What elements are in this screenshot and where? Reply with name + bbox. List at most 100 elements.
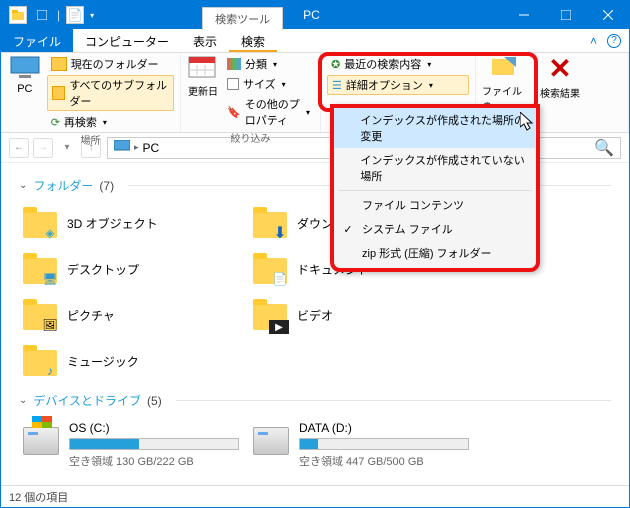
folder-desktop[interactable]: 🖥デスクトップ — [19, 246, 249, 292]
menu-non-indexed-locations[interactable]: インデックスが作成されていない場所 — [334, 148, 536, 188]
chevron-down-icon: ▾ — [427, 60, 431, 69]
window-title: PC — [303, 1, 320, 29]
this-pc-button[interactable]: PC — [7, 55, 43, 131]
download-arrow-icon: ⬇ — [271, 224, 289, 242]
chevron-down-icon: ▾ — [273, 60, 277, 69]
advanced-options-label: 詳細オプション — [346, 77, 423, 93]
folder-icon — [9, 6, 27, 24]
status-bar: 12 個の項目 — [1, 485, 629, 507]
drive-label: DATA (D:) — [299, 421, 475, 435]
menu-file-contents[interactable]: ファイル コンテンツ — [334, 193, 536, 217]
size-icon — [227, 78, 239, 90]
folder-pictures[interactable]: 🖼 ピクチャ — [19, 292, 249, 338]
folder-3d-objects[interactable]: ◈3D オブジェクト — [19, 200, 249, 246]
close-x-icon: ✕ — [548, 55, 571, 83]
menu-label: zip 形式 (圧縮) フォルダー — [362, 245, 492, 261]
ribbon-group-refine: 絞り込み — [187, 129, 314, 145]
drive-free-space: 空き領域 447 GB/500 GB — [299, 453, 475, 469]
chevron-down-icon: ▾ — [282, 80, 286, 89]
kind-icon — [227, 58, 241, 70]
group-count: (7) — [99, 179, 114, 193]
drive-icon — [23, 427, 59, 455]
picture-icon: 🖼 — [41, 316, 59, 334]
menu-zip-folders[interactable]: zip 形式 (圧縮) フォルダー — [334, 241, 536, 265]
this-pc-label: PC — [17, 83, 32, 95]
maximize-button[interactable] — [545, 1, 587, 29]
status-item-count: 12 個の項目 — [9, 489, 68, 505]
ribbon-collapse-icon[interactable]: ˄ — [590, 34, 597, 48]
size-button[interactable]: サイズ ▾ — [223, 75, 314, 93]
group-label: フォルダー — [33, 177, 93, 194]
menu-label: システム ファイル — [362, 221, 453, 237]
qat-dropdown-icon[interactable]: ▾ — [90, 11, 94, 20]
drive-d[interactable]: DATA (D:) 空き領域 447 GB/500 GB — [249, 415, 479, 475]
close-button[interactable] — [587, 1, 629, 29]
menu-label: インデックスが作成されていない場所 — [360, 152, 528, 184]
refresh-icon: ⟳ — [51, 116, 60, 129]
kind-label: 分類 — [245, 56, 267, 72]
all-subfolders-label: すべてのサブフォルダー — [69, 77, 169, 109]
folder-tree-icon — [52, 86, 66, 100]
document-icon: 📄 — [271, 270, 289, 288]
tab-view[interactable]: 表示 — [181, 29, 229, 52]
mouse-cursor — [520, 112, 536, 137]
research-button[interactable]: ⟳ 再検索 ▾ — [47, 113, 174, 131]
chevron-down-icon: ▾ — [103, 118, 107, 127]
music-icon: ♪ — [41, 362, 59, 380]
kind-button[interactable]: 分類 ▾ — [223, 55, 314, 73]
item-label: ピクチャ — [67, 307, 115, 324]
tag-icon: 🔖 — [227, 106, 241, 119]
tab-file[interactable]: ファイル — [1, 29, 73, 52]
folder-videos[interactable]: ▶ビデオ — [249, 292, 479, 338]
chevron-down-icon: ⌄ — [19, 180, 27, 191]
group-label: デバイスとドライブ — [33, 392, 141, 409]
folder-icon — [51, 57, 67, 71]
chevron-down-icon: ▾ — [429, 81, 433, 90]
item-label: デスクトップ — [67, 261, 139, 278]
contextual-tab-search-tools[interactable]: 検索ツール — [202, 7, 283, 30]
tab-computer[interactable]: コンピューター — [73, 29, 181, 52]
menu-label: ファイル コンテンツ — [362, 197, 464, 213]
size-label: サイズ — [243, 76, 276, 92]
quick-access-toolbar: | 📄 ▾ — [1, 1, 102, 29]
current-folder-label: 現在のフォルダー — [71, 56, 159, 72]
date-modified-button[interactable]: 更新日 — [187, 55, 219, 129]
other-properties-button[interactable]: 🔖その他のプロパティ▾ — [223, 95, 314, 129]
titlebar: | 📄 ▾ 検索ツール PC — [1, 1, 629, 29]
item-label: 3D オブジェクト — [67, 215, 158, 232]
recent-icon: ✪ — [331, 58, 340, 71]
menu-change-indexed-locations[interactable]: インデックスが作成された場所の変更 — [334, 108, 536, 148]
minimize-button[interactable] — [503, 1, 545, 29]
check-icon: ✓ — [340, 223, 356, 236]
drive-free-space: 空き領域 130 GB/222 GB — [69, 453, 245, 469]
help-icon[interactable]: ? — [607, 34, 621, 48]
qat-divider: | — [57, 8, 60, 22]
close-search-button[interactable]: ✕ 検索結果 — [536, 55, 584, 130]
group-header-drives[interactable]: ⌄ デバイスとドライブ (5) — [19, 392, 611, 409]
drive-icon — [253, 427, 289, 455]
tab-search[interactable]: 検索 — [229, 29, 277, 52]
recent-searches-label: 最近の検索内容 — [344, 56, 421, 72]
drive-usage-bar — [69, 438, 239, 450]
properties-icon[interactable] — [33, 6, 51, 24]
current-folder-button[interactable]: 現在のフォルダー — [47, 55, 174, 73]
menu-system-files[interactable]: ✓ システム ファイル — [334, 217, 536, 241]
all-subfolders-button[interactable]: すべてのサブフォルダー — [47, 75, 174, 111]
new-icon[interactable]: 📄 — [66, 6, 84, 24]
ribbon-group-location: 場所 — [7, 131, 174, 147]
advanced-options-menu: インデックスが作成された場所の変更 インデックスが作成されていない場所 ファイル… — [330, 104, 540, 272]
research-label: 再検索 — [64, 114, 97, 130]
recent-searches-button[interactable]: ✪ 最近の検索内容 ▾ — [327, 55, 469, 73]
drive-c[interactable]: OS (C:) 空き領域 130 GB/222 GB — [19, 415, 249, 475]
drive-label: OS (C:) — [69, 421, 245, 435]
menu-label: インデックスが作成された場所の変更 — [360, 112, 528, 144]
group-count: (5) — [147, 394, 162, 408]
folder-music[interactable]: ♪ミュージック — [19, 338, 249, 384]
date-modified-label: 更新日 — [188, 83, 218, 98]
advanced-options-button[interactable]: ☰ 詳細オプション ▾ — [327, 75, 469, 95]
drive-usage-bar — [299, 438, 469, 450]
search-icon: 🔍 — [594, 138, 614, 158]
chevron-down-icon: ⌄ — [19, 395, 27, 406]
options-icon: ☰ — [332, 79, 342, 92]
other-properties-label: その他のプロパティ — [245, 96, 300, 128]
